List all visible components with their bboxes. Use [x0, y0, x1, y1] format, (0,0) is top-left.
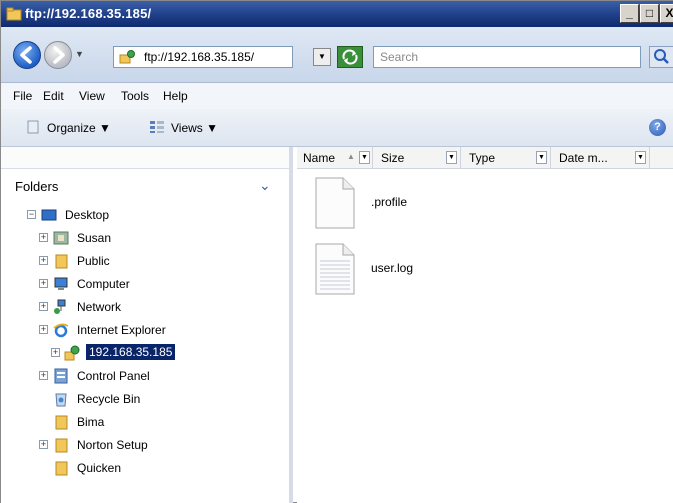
folders-header[interactable]: Folders — [15, 179, 58, 194]
column-header-bar: Name ▲ ▼ Size ▼ Type ▼ Date m... ▼ — [297, 147, 673, 169]
menu-tools[interactable]: Tools — [121, 89, 149, 103]
tree-label: Public — [77, 254, 110, 268]
blank-file-icon — [315, 177, 355, 229]
folders-pane-header-bar — [1, 147, 289, 169]
views-icon — [150, 121, 164, 133]
menu-bar: File Edit View Tools Help — [1, 83, 673, 109]
maximize-button[interactable]: □ — [640, 4, 659, 23]
column-label: Date m... — [559, 151, 608, 165]
column-label: Size — [381, 151, 405, 165]
tree-label: Bima — [77, 415, 105, 429]
chevron-down-icon[interactable]: ⌄ — [259, 177, 271, 194]
column-header-date-modified[interactable]: Date m... ▼ — [551, 147, 650, 169]
menu-view[interactable]: View — [79, 89, 105, 103]
refresh-icon — [342, 49, 358, 65]
sort-ascending-icon: ▲ — [347, 152, 355, 161]
column-label: Name — [303, 151, 336, 165]
column-header-name[interactable]: Name ▲ ▼ — [297, 147, 373, 169]
folder-icon — [6, 7, 22, 21]
ie-icon — [53, 323, 69, 338]
recycle-bin-icon — [55, 393, 67, 407]
search-button[interactable] — [649, 46, 673, 68]
ftp-site-icon — [119, 50, 135, 64]
desktop-icon — [41, 209, 57, 221]
collapse-icon[interactable]: − — [27, 210, 36, 219]
organize-icon — [27, 120, 39, 134]
column-header-type[interactable]: Type ▼ — [461, 147, 551, 169]
folder-icon — [55, 415, 68, 430]
file-item-profile[interactable]: .profile — [315, 177, 515, 235]
tree-label: Desktop — [65, 208, 110, 222]
tree-label: Computer — [77, 277, 130, 291]
navigation-bar: ▼ ftp://192.168.35.185/ ▼ Search — [1, 27, 673, 83]
file-item-user-log[interactable]: user.log — [315, 243, 515, 301]
command-bar: Organize ▼ Views ▼ ? — [1, 109, 673, 147]
computer-icon — [54, 277, 68, 290]
search-placeholder[interactable]: Search — [380, 50, 418, 64]
window-title: ftp://192.168.35.185/ — [25, 6, 152, 21]
back-button[interactable] — [13, 41, 41, 69]
expand-icon[interactable]: + — [39, 371, 48, 380]
expand-icon[interactable]: + — [39, 279, 48, 288]
column-label: Type — [469, 151, 496, 165]
menu-edit[interactable]: Edit — [43, 89, 64, 103]
recent-pages-dropdown-icon[interactable]: ▼ — [75, 49, 84, 59]
user-folder-icon — [53, 231, 69, 245]
control-panel-icon — [54, 368, 68, 384]
address-dropdown-button[interactable]: ▼ — [313, 48, 331, 66]
expand-icon[interactable]: + — [39, 233, 48, 242]
arrow-right-icon — [53, 46, 65, 64]
column-dropdown-icon[interactable]: ▼ — [536, 151, 547, 164]
ftp-site-icon — [64, 345, 80, 361]
tree-label: Internet Explorer — [77, 323, 166, 337]
menu-file[interactable]: File — [13, 89, 32, 103]
folder-icon — [55, 254, 68, 269]
organize-label: Organize ▼ — [47, 121, 111, 135]
address-text[interactable]: ftp://192.168.35.185/ — [144, 50, 254, 64]
tree-label-selected: 192.168.35.185 — [86, 344, 176, 360]
expand-icon[interactable]: + — [39, 256, 48, 265]
column-dropdown-icon[interactable]: ▼ — [446, 151, 457, 164]
views-button[interactable]: Views ▼ — [149, 120, 218, 135]
tree-label: Quicken — [77, 461, 122, 475]
column-dropdown-icon[interactable]: ▼ — [635, 151, 646, 164]
search-icon — [654, 49, 669, 64]
text-file-icon — [315, 243, 355, 295]
folder-icon — [55, 461, 68, 476]
folder-icon — [55, 438, 68, 453]
tree-label: Norton Setup — [77, 438, 148, 452]
network-icon — [54, 299, 66, 314]
column-header-size[interactable]: Size ▼ — [373, 147, 461, 169]
address-bar[interactable]: ftp://192.168.35.185/ — [113, 46, 293, 68]
search-box[interactable]: Search — [373, 46, 641, 68]
title-bar[interactable]: ftp://192.168.35.185/ _ □ X — [1, 1, 673, 27]
file-list-pane: Name ▲ ▼ Size ▼ Type ▼ Date m... ▼ .prof… — [297, 147, 673, 503]
expand-icon[interactable]: + — [39, 325, 48, 334]
tree-label: Susan — [77, 231, 112, 245]
views-label: Views ▼ — [171, 121, 219, 135]
tree-label: Recycle Bin — [77, 392, 141, 406]
help-icon[interactable]: ? — [649, 119, 666, 136]
expand-icon[interactable]: + — [51, 348, 60, 357]
column-dropdown-icon[interactable]: ▼ — [359, 151, 370, 164]
tree-label: Network — [77, 300, 122, 314]
expand-icon[interactable]: + — [39, 302, 48, 311]
explorer-window: ftp://192.168.35.185/ _ □ X ▼ ftp://192.… — [0, 0, 673, 503]
organize-button[interactable]: Organize ▼ — [25, 120, 111, 135]
folders-pane: Folders ⌄ − Desktop + Susan + Public + C… — [1, 147, 293, 503]
close-button[interactable]: X — [660, 4, 673, 23]
forward-button[interactable] — [44, 41, 72, 69]
tree-label: Control Panel — [77, 369, 150, 383]
file-name: user.log — [371, 261, 414, 275]
file-name: .profile — [371, 195, 408, 209]
minimize-button[interactable]: _ — [620, 4, 639, 23]
refresh-button[interactable] — [337, 46, 363, 68]
expand-icon[interactable]: + — [39, 440, 48, 449]
menu-help[interactable]: Help — [163, 89, 188, 103]
arrow-left-icon — [20, 46, 32, 64]
